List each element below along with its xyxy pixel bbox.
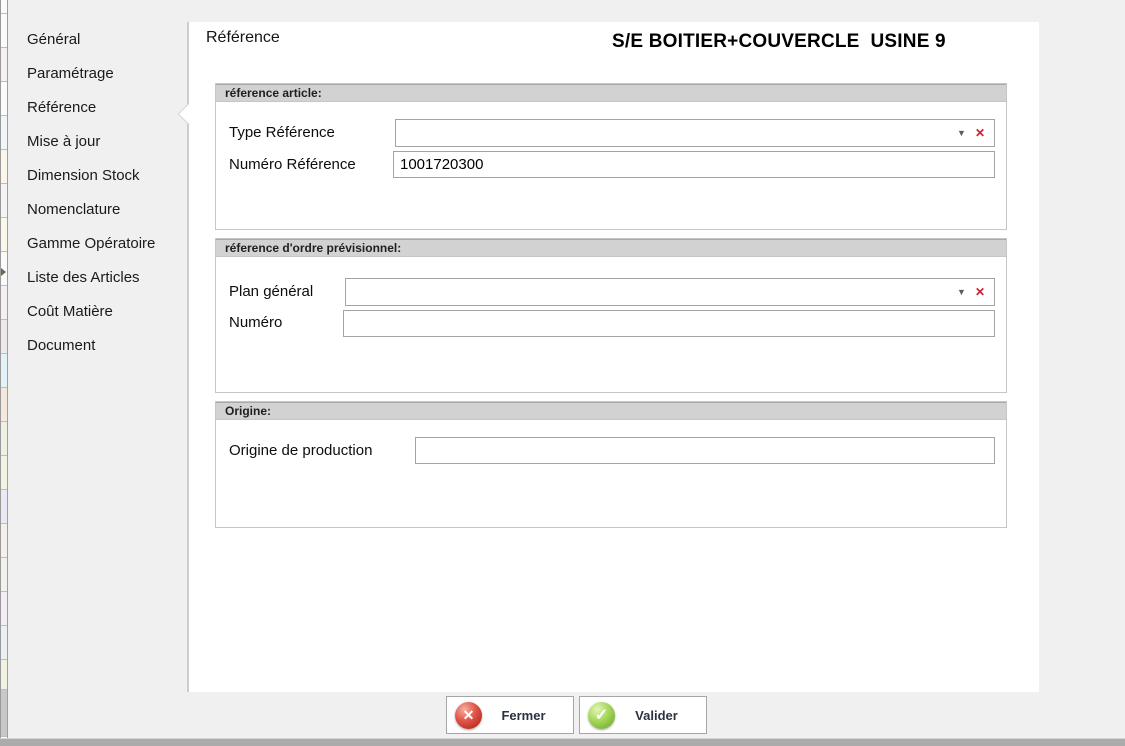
close-icon: ✕ [455, 702, 482, 729]
left-edge-strip [0, 0, 8, 746]
strip-segment [1, 150, 7, 184]
clear-icon[interactable]: ✕ [970, 286, 994, 298]
strip-segment [1, 82, 7, 116]
fermer-button[interactable]: ✕ Fermer [446, 696, 574, 734]
sidebar-item-parametrage[interactable]: Paramétrage [8, 57, 187, 91]
content-panel: Référence S/E BOITIER+COUVERCLE USINE 9 … [189, 22, 1039, 692]
check-icon: ✓ [588, 702, 615, 729]
dropdown-arrow-icon[interactable]: ▼ [953, 129, 970, 138]
type-reference-combobox[interactable]: ▼ ✕ [395, 119, 995, 147]
strip-segment [1, 524, 7, 558]
numero-reference-label: Numéro Référence [229, 155, 356, 175]
strip-segment [1, 592, 7, 626]
valider-button[interactable]: ✓ Valider [579, 696, 707, 734]
type-reference-label: Type Référence [229, 123, 335, 143]
numero-label: Numéro [229, 313, 282, 333]
group-ordre-previsionnel-header: réference d'ordre prévisionnel: [216, 239, 1006, 257]
strip-segment [1, 626, 7, 660]
sidebar-item-dimension-stock[interactable]: Dimension Stock [8, 159, 187, 193]
group-reference-article: réference article: Type Référence ▼ ✕ Nu… [215, 83, 1007, 230]
sidebar-item-cout-matiere[interactable]: Coût Matière [8, 295, 187, 329]
fermer-button-label: Fermer [482, 708, 565, 723]
strip-segment [1, 660, 7, 690]
origine-production-input[interactable] [415, 437, 995, 464]
strip-segment [1, 422, 7, 456]
page-title: Référence [206, 29, 280, 47]
sidebar-item-reference[interactable]: Référence [8, 91, 187, 125]
strip-segment [1, 184, 7, 218]
group-origine: Origine: Origine de production [215, 401, 1007, 528]
strip-segment [1, 286, 7, 320]
sidebar-item-mise-a-jour[interactable]: Mise à jour [8, 125, 187, 159]
strip-segment [1, 14, 7, 48]
sidebar-item-nomenclature[interactable]: Nomenclature [8, 193, 187, 227]
strip-segment [1, 388, 7, 422]
strip-segment [1, 354, 7, 388]
clear-icon[interactable]: ✕ [970, 127, 994, 139]
sidebar: GénéralParamétrageRéférenceMise à jourDi… [8, 23, 187, 363]
strip-segment [1, 456, 7, 490]
origine-production-label: Origine de production [229, 441, 372, 461]
strip-segment [1, 558, 7, 592]
strip-segment [1, 320, 7, 354]
strip-segment [1, 48, 7, 82]
sidebar-item-gamme-operatoire[interactable]: Gamme Opératoire [8, 227, 187, 261]
sidebar-item-general[interactable]: Général [8, 23, 187, 57]
strip-segment [1, 0, 7, 14]
sidebar-item-liste-des-articles[interactable]: Liste des Articles [8, 261, 187, 295]
sidebar-item-document[interactable]: Document [8, 329, 187, 363]
valider-button-label: Valider [615, 708, 698, 723]
group-reference-article-header: réference article: [216, 84, 1006, 102]
plan-general-label: Plan général [229, 282, 313, 302]
dropdown-arrow-icon[interactable]: ▼ [953, 288, 970, 297]
strip-segment [1, 490, 7, 524]
strip-segment [1, 690, 7, 737]
document-title: S/E BOITIER+COUVERCLE USINE 9 [612, 31, 946, 53]
group-ordre-previsionnel: réference d'ordre prévisionnel: Plan gén… [215, 238, 1007, 393]
strip-segment [1, 116, 7, 150]
group-origine-header: Origine: [216, 402, 1006, 420]
bottom-bar [0, 738, 1125, 746]
plan-general-combobox[interactable]: ▼ ✕ [345, 278, 995, 306]
strip-marker-icon [1, 268, 6, 276]
numero-reference-input[interactable] [393, 151, 995, 178]
numero-input[interactable] [343, 310, 995, 337]
strip-segment [1, 218, 7, 252]
